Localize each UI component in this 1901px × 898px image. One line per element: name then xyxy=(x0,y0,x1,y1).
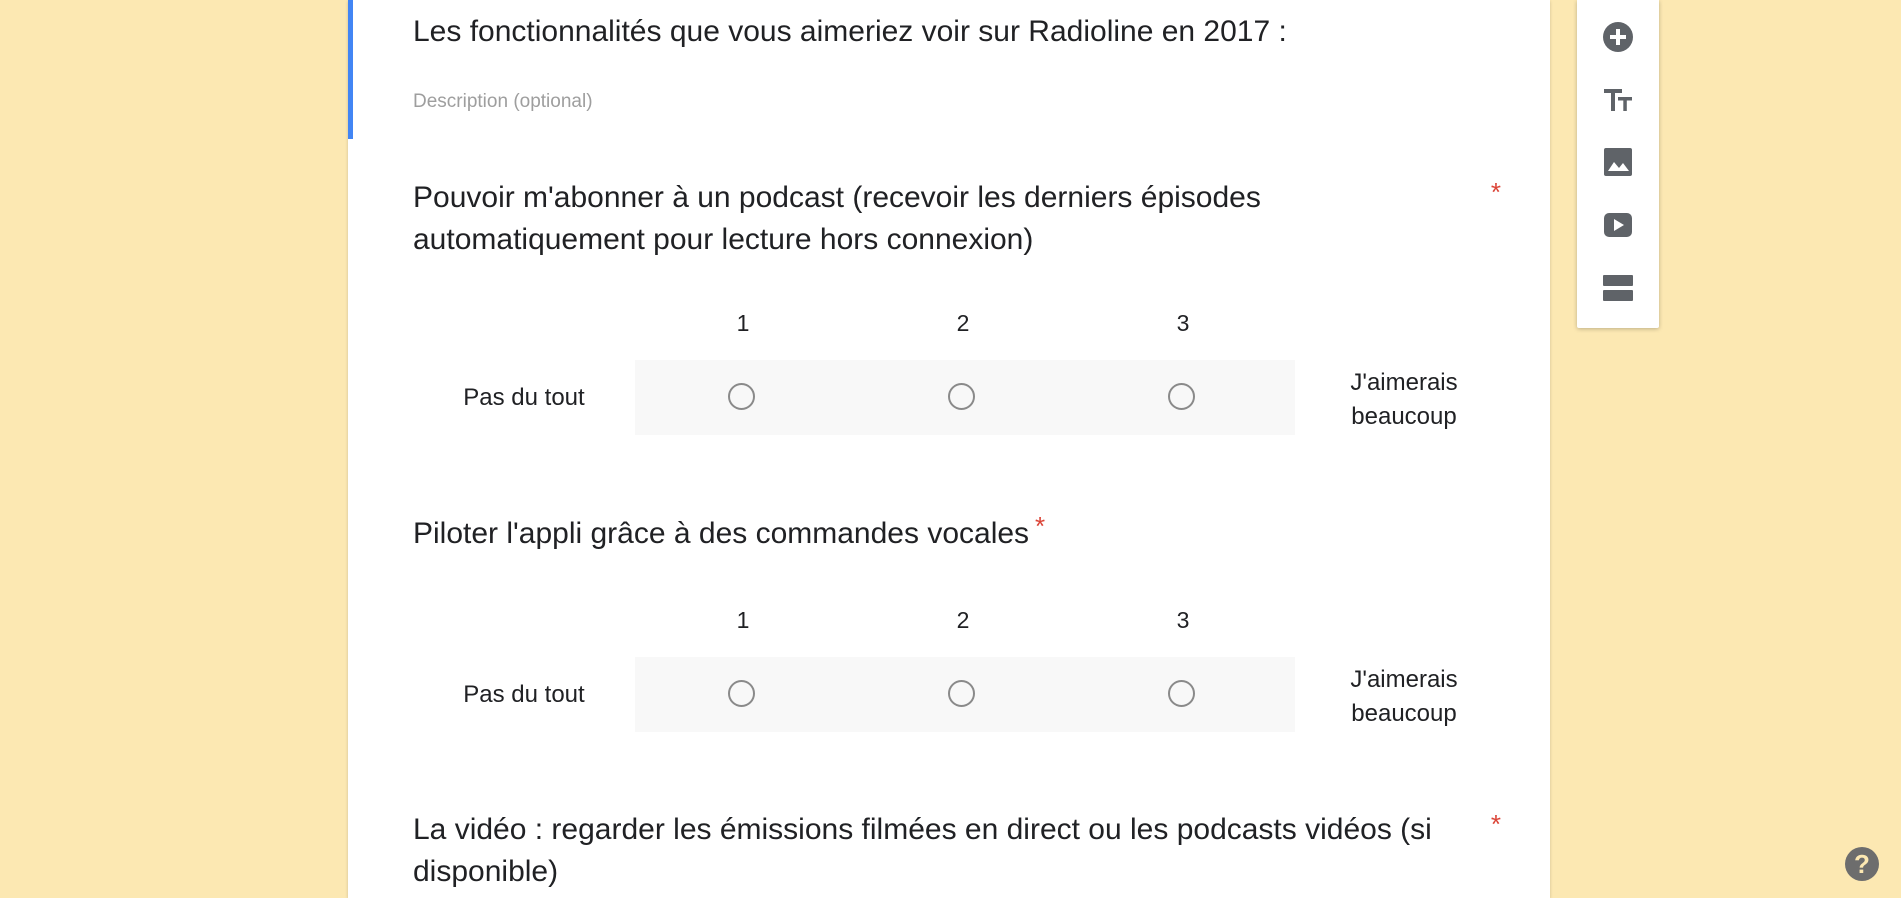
linear-scale: 1 2 3 Pas du tout J'aimerais beaucoup xyxy=(413,607,1513,767)
section-description-field[interactable]: Description (optional) xyxy=(413,91,593,113)
question-title-text: Piloter l'appli grâce à des commandes vo… xyxy=(413,517,1030,550)
form-card: Les fonctionnalités que vous aimeriez vo… xyxy=(348,0,1550,898)
scale-label: 2 xyxy=(956,607,970,633)
add-section-button[interactable] xyxy=(1599,269,1637,307)
add-question-button[interactable] xyxy=(1599,18,1637,56)
required-marker: * xyxy=(1035,511,1046,541)
help-button[interactable]: ? xyxy=(1845,847,1879,881)
radio-option-1[interactable] xyxy=(728,680,755,707)
image-icon xyxy=(1604,148,1632,176)
section-title[interactable]: Les fonctionnalités que vous aimeriez vo… xyxy=(413,15,1287,49)
linear-scale: 1 2 3 Pas du tout J'aimerais beaucoup xyxy=(413,310,1513,470)
scale-low-label: Pas du tout xyxy=(463,384,585,411)
scale-radio-row xyxy=(635,657,1295,732)
question-title: La vidéo : regarder les émissions filmée… xyxy=(413,813,1432,888)
radio-option-2[interactable] xyxy=(948,383,975,410)
section-icon xyxy=(1603,275,1633,301)
scale-label: 2 xyxy=(956,310,970,336)
scale-low-label: Pas du tout xyxy=(463,681,585,708)
scale-label: 3 xyxy=(1176,607,1190,633)
add-title-button[interactable] xyxy=(1599,81,1637,119)
scale-label: 1 xyxy=(736,607,750,633)
scale-label: 3 xyxy=(1176,310,1190,336)
question-title: Piloter l'appli grâce à des commandes vo… xyxy=(413,511,1473,555)
scale-radio-row xyxy=(635,360,1295,435)
question-podcast-subscribe[interactable]: Pouvoir m'abonner à un podcast (recevoir… xyxy=(413,177,1513,435)
title-text-icon xyxy=(1604,89,1632,111)
scale-high-label: J'aimerais beaucoup xyxy=(1350,369,1458,430)
question-voice-commands[interactable]: Piloter l'appli grâce à des commandes vo… xyxy=(413,511,1513,732)
scale-label: 1 xyxy=(736,310,750,336)
radio-option-2[interactable] xyxy=(948,680,975,707)
add-video-button[interactable] xyxy=(1599,206,1637,244)
question-video[interactable]: La vidéo : regarder les émissions filmée… xyxy=(413,809,1513,893)
add-item-toolbar xyxy=(1577,0,1659,328)
radio-option-3[interactable] xyxy=(1168,680,1195,707)
radio-option-1[interactable] xyxy=(728,383,755,410)
required-marker: * xyxy=(1490,809,1501,839)
scale-high-label: J'aimerais beaucoup xyxy=(1350,666,1458,727)
add-question-icon xyxy=(1603,22,1633,52)
add-image-button[interactable] xyxy=(1599,143,1637,181)
required-marker: * xyxy=(1490,177,1501,207)
question-title: Pouvoir m'abonner à un podcast (recevoir… xyxy=(413,181,1261,256)
active-section-indicator xyxy=(348,0,353,139)
radio-option-3[interactable] xyxy=(1168,383,1195,410)
video-icon xyxy=(1604,213,1632,237)
